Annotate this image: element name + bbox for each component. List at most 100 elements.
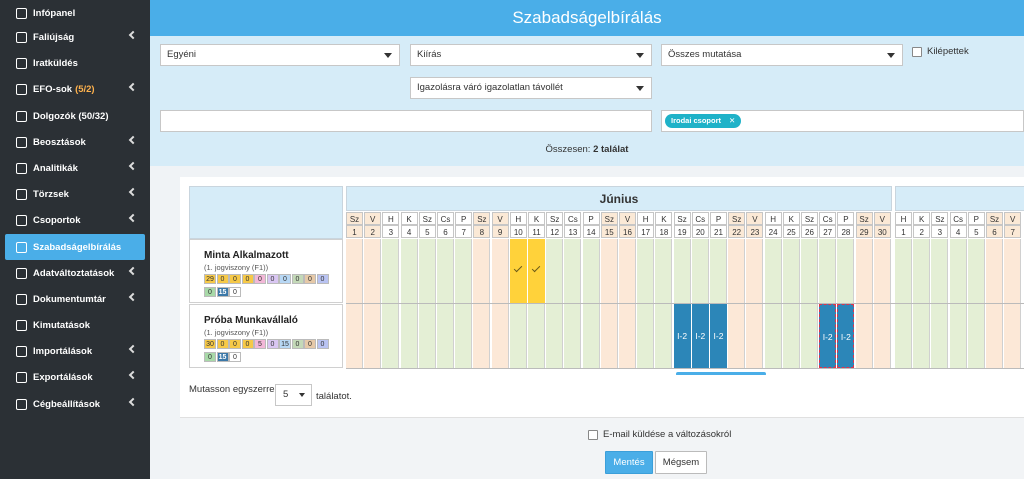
day-cell[interactable] (986, 239, 1003, 303)
day-cell[interactable] (873, 239, 891, 303)
day-cell[interactable] (528, 304, 545, 368)
day-cell[interactable] (364, 304, 382, 368)
day-cell[interactable] (949, 239, 967, 303)
page-size-select[interactable]: 5 (275, 384, 312, 406)
day-cell[interactable] (837, 239, 855, 303)
chevron-left-icon[interactable] (128, 266, 138, 276)
close-icon[interactable]: ✕ (729, 116, 735, 125)
day-cell[interactable] (655, 239, 673, 303)
day-cell[interactable] (967, 239, 985, 303)
day-cell[interactable] (801, 304, 818, 368)
day-cell[interactable] (418, 239, 436, 303)
day-cell[interactable] (967, 304, 985, 368)
sidebar-item-4[interactable]: EFO-sok (5/2) (0, 76, 150, 102)
leave-cell[interactable]: I-2 (673, 304, 691, 368)
day-cell[interactable] (564, 304, 582, 368)
employee-cell[interactable]: Próba Munkavállaló (1. jogviszony (F1)) 30… (189, 304, 343, 368)
cancel-button[interactable]: Mégsem (655, 451, 707, 474)
day-cell[interactable] (655, 304, 673, 368)
day-cell[interactable] (855, 239, 873, 303)
day-cell[interactable] (895, 304, 912, 368)
day-cell[interactable] (728, 239, 746, 303)
day-cell[interactable] (418, 304, 436, 368)
day-cell[interactable] (346, 304, 363, 368)
day-cell[interactable] (855, 304, 873, 368)
day-cell[interactable] (455, 239, 473, 303)
leave-cell[interactable]: I-2 (691, 304, 709, 368)
day-cell[interactable] (782, 304, 800, 368)
day-cell[interactable] (346, 239, 363, 303)
chevron-left-icon[interactable] (128, 187, 138, 197)
group-select[interactable]: Irodai csoport ✕ (661, 110, 1024, 132)
unverified-absence-cell[interactable] (528, 239, 545, 303)
employee-cell[interactable]: Minta Alkalmazott (1. jogviszony (F1)) 29 0… (189, 239, 343, 303)
day-cell[interactable] (746, 304, 764, 368)
day-cell[interactable] (1004, 239, 1022, 303)
day-cell[interactable] (582, 304, 600, 368)
chevron-left-icon[interactable] (128, 30, 138, 40)
mode-select[interactable]: Egyéni (160, 44, 400, 66)
day-cell[interactable] (491, 304, 509, 368)
day-cell[interactable] (437, 304, 454, 368)
day-cell[interactable] (473, 239, 491, 303)
group-tag[interactable]: Irodai csoport ✕ (665, 114, 742, 128)
day-cell[interactable] (619, 304, 636, 368)
chevron-left-icon[interactable] (128, 292, 138, 302)
employee-search-input[interactable] (160, 110, 652, 132)
day-cell[interactable] (546, 304, 564, 368)
day-cell[interactable] (382, 239, 400, 303)
day-cell[interactable] (931, 304, 949, 368)
day-cell[interactable] (473, 304, 491, 368)
day-cell[interactable] (382, 304, 400, 368)
day-cell[interactable] (913, 239, 931, 303)
leave-cell[interactable]: I-2 (710, 304, 727, 368)
day-cell[interactable] (637, 304, 655, 368)
chevron-left-icon[interactable] (128, 397, 138, 407)
day-cell[interactable] (782, 239, 800, 303)
type-select[interactable]: Kiírás (410, 44, 652, 66)
day-cell[interactable] (509, 304, 527, 368)
sidebar-item-14[interactable]: Importálások (0, 338, 150, 364)
sidebar-item-11[interactable]: Adatváltoztatások (0, 260, 150, 286)
chevron-left-icon[interactable] (128, 82, 138, 92)
chevron-left-icon[interactable] (128, 213, 138, 223)
day-cell[interactable] (364, 239, 382, 303)
status-select[interactable]: Igazolásra váró igazolatlan távollét (410, 77, 652, 99)
sidebar-item-13[interactable]: Kimutatások (0, 312, 150, 338)
day-cell[interactable] (801, 239, 818, 303)
day-cell[interactable] (637, 239, 655, 303)
chevron-left-icon[interactable] (128, 370, 138, 380)
chevron-left-icon[interactable] (128, 344, 138, 354)
leave-cell[interactable]: I-2 (837, 304, 855, 368)
leave-cell[interactable]: I-2 (819, 304, 837, 368)
day-cell[interactable] (691, 239, 709, 303)
day-cell[interactable] (400, 304, 418, 368)
sidebar-item-6[interactable]: Beosztások (0, 129, 150, 155)
day-cell[interactable] (819, 239, 837, 303)
day-cell[interactable] (455, 304, 473, 368)
email-checkbox[interactable] (588, 430, 598, 440)
sidebar-item-9[interactable]: Csoportok (0, 207, 150, 233)
day-cell[interactable] (764, 304, 782, 368)
day-cell[interactable] (913, 304, 931, 368)
day-cell[interactable] (949, 304, 967, 368)
sidebar-item-5[interactable]: Dolgozók (50/32) (0, 103, 150, 129)
day-cell[interactable] (546, 239, 564, 303)
day-cell[interactable] (986, 304, 1003, 368)
day-cell[interactable] (564, 239, 582, 303)
show-select[interactable]: Összes mutatása (661, 44, 903, 66)
day-cell[interactable] (600, 239, 618, 303)
day-cell[interactable] (931, 239, 949, 303)
horizontal-scrollbar[interactable] (676, 372, 766, 375)
save-button[interactable]: Mentés (605, 451, 653, 474)
chevron-left-icon[interactable] (128, 161, 138, 171)
day-cell[interactable] (873, 304, 891, 368)
sidebar-item-12[interactable]: Dokumentumtár (0, 286, 150, 312)
day-cell[interactable] (437, 239, 454, 303)
sidebar-item-2[interactable]: Faliújság (0, 24, 150, 50)
day-cell[interactable] (895, 239, 912, 303)
day-cell[interactable] (764, 239, 782, 303)
sidebar-item-7[interactable]: Analitikák (0, 155, 150, 181)
day-cell[interactable] (400, 239, 418, 303)
day-cell[interactable] (600, 304, 618, 368)
